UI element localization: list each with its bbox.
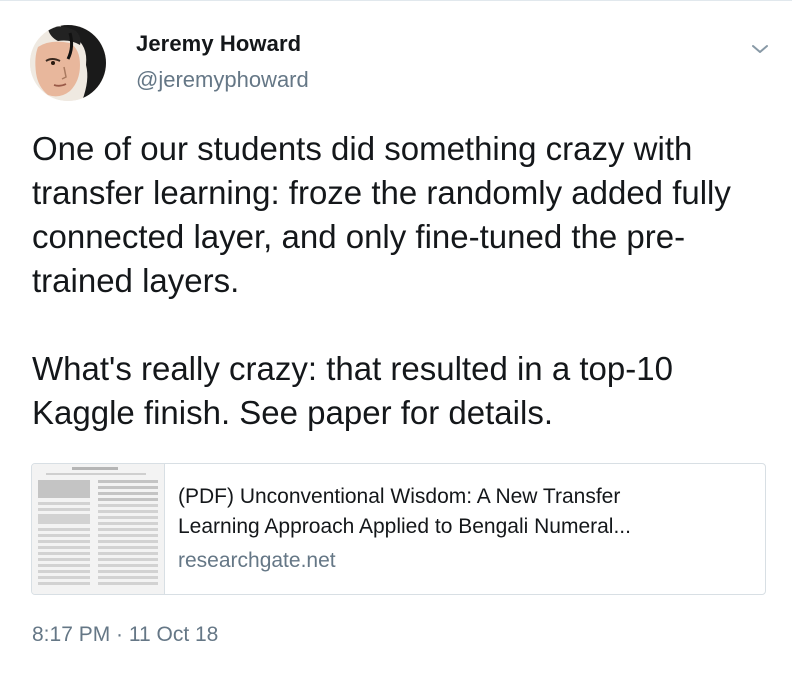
tweet-timestamp[interactable]: 8:17 PM · 11 Oct 18 — [32, 623, 218, 647]
tweet-text: One of our students did something crazy … — [32, 127, 772, 435]
tweet-paragraph: One of our students did something crazy … — [32, 130, 731, 299]
paper-thumbnail — [32, 464, 165, 594]
tweet: Jeremy Howard @jeremyphoward One of our … — [0, 0, 792, 676]
author-display-name[interactable]: Jeremy Howard — [136, 31, 301, 57]
avatar-image — [30, 25, 106, 101]
tweet-paragraph: What's really crazy: that resulted in a … — [32, 350, 673, 431]
link-card[interactable]: (PDF) Unconventional Wisdom: A New Trans… — [31, 463, 766, 595]
avatar[interactable] — [30, 25, 106, 101]
link-card-title-line: (PDF) Unconventional Wisdom: A New Trans… — [178, 485, 621, 508]
link-card-title-line: Learning Approach Applied to Bengali Num… — [178, 515, 631, 538]
link-card-body: (PDF) Unconventional Wisdom: A New Trans… — [178, 482, 753, 576]
author-handle[interactable]: @jeremyphoward — [136, 67, 309, 93]
chevron-down-icon[interactable] — [746, 39, 774, 59]
link-card-domain: researchgate.net — [178, 549, 336, 572]
